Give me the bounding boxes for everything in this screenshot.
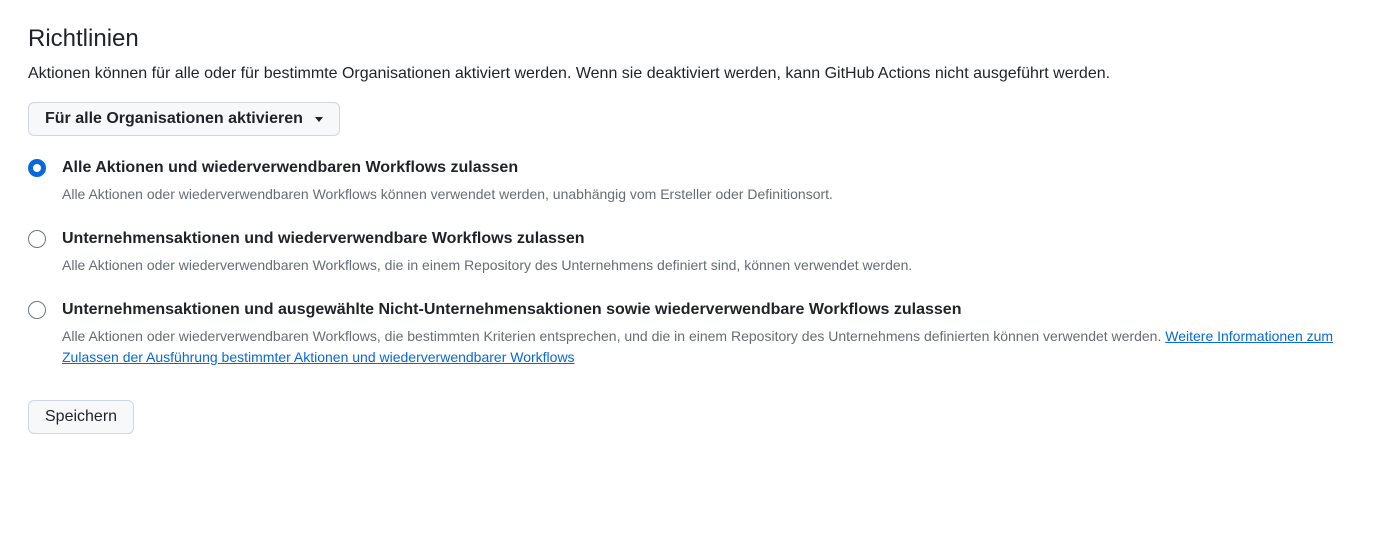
radio-description-text: Alle Aktionen oder wiederverwendbaren Wo… [62, 328, 1165, 344]
org-scope-dropdown[interactable]: Für alle Organisationen aktivieren [28, 102, 340, 136]
radio-description: Alle Aktionen oder wiederverwendbaren Wo… [62, 255, 1354, 276]
radio-description: Alle Aktionen oder wiederverwendbaren Wo… [62, 184, 1354, 205]
radio-enterprise-only[interactable] [28, 230, 46, 248]
save-button[interactable]: Speichern [28, 400, 134, 434]
policy-option-enterprise-and-selected: Unternehmensaktionen und ausgewählte Nic… [28, 298, 1354, 368]
chevron-down-icon [315, 117, 323, 122]
radio-label[interactable]: Unternehmensaktionen und ausgewählte Nic… [62, 298, 1354, 322]
page-description: Aktionen können für alle oder für bestim… [28, 62, 1354, 86]
radio-allow-all[interactable] [28, 159, 46, 177]
radio-label[interactable]: Alle Aktionen und wiederverwendbaren Wor… [62, 156, 1354, 180]
policy-option-allow-all: Alle Aktionen und wiederverwendbaren Wor… [28, 156, 1354, 205]
radio-enterprise-and-selected[interactable] [28, 301, 46, 319]
radio-label[interactable]: Unternehmensaktionen und wiederverwendba… [62, 227, 1354, 251]
page-title: Richtlinien [28, 24, 1354, 54]
radio-description: Alle Aktionen oder wiederverwendbaren Wo… [62, 326, 1354, 368]
org-scope-dropdown-label: Für alle Organisationen aktivieren [45, 110, 303, 128]
policy-radio-group: Alle Aktionen und wiederverwendbaren Wor… [28, 156, 1354, 368]
policy-option-enterprise-only: Unternehmensaktionen und wiederverwendba… [28, 227, 1354, 276]
